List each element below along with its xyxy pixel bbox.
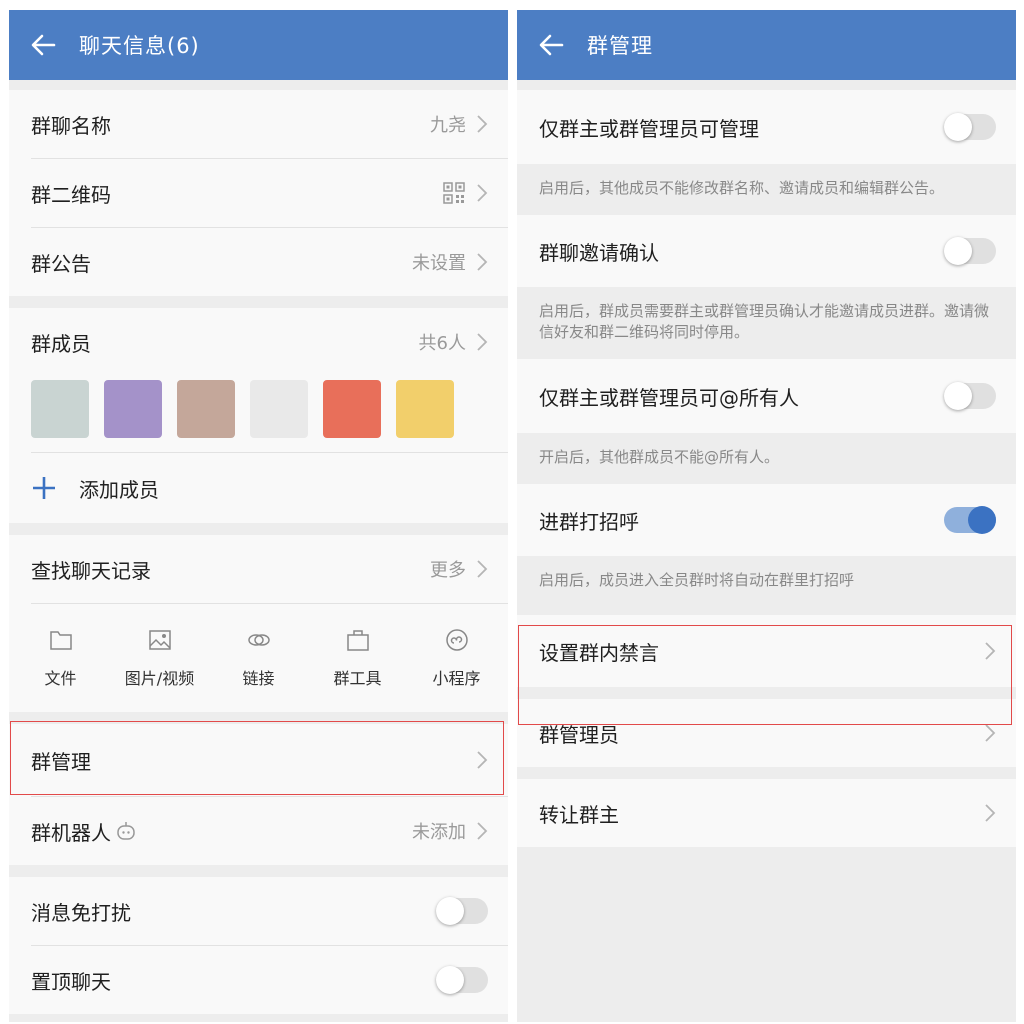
avatar[interactable] [323,380,381,438]
tool-link-label: 链接 [242,669,275,688]
search-category-tools: 文件 图片/视频 链接 群工具 小程序 [9,604,508,712]
group-members-label: 群成员 [31,331,91,356]
join-greeting-toggle[interactable] [944,506,996,534]
avatar[interactable] [104,380,162,438]
pin-chat-label: 置顶聊天 [31,969,111,994]
group-name-label: 群聊名称 [31,113,111,138]
invite-confirm-toggle[interactable] [944,237,996,265]
chat-info-panel: 聊天信息(6) 群聊名称 九尧 群二维码 群公告 未设置 群成员 共6人 添加成… [9,10,508,1022]
avatar[interactable] [31,380,89,438]
chevron-right-icon [477,184,488,202]
only-admin-at-all-label: 仅群主或群管理员可@所有人 [539,385,799,410]
chevron-right-icon [477,560,488,578]
group-manage-panel: 群管理 仅群主或群管理员可管理 启用后，其他成员不能修改群名称、邀请成员和编辑群… [517,10,1016,1022]
add-member-label: 添加成员 [79,477,159,502]
qrcode-icon [443,182,465,204]
group-admins-row[interactable]: 群管理员 [517,699,1016,767]
group-robot-value: 未添加 [412,822,466,843]
group-notice-value: 未设置 [412,253,466,274]
group-qrcode-row[interactable]: 群二维码 [9,159,508,227]
pin-chat-toggle[interactable] [436,966,488,994]
mute-notifications-toggle[interactable] [436,897,488,925]
group-notice-label: 群公告 [31,251,91,276]
only-admin-manage-label: 仅群主或群管理员可管理 [539,116,759,141]
chevron-right-icon [985,642,996,660]
chevron-right-icon [477,751,488,769]
member-avatars [9,376,508,452]
only-admin-manage-toggle[interactable] [944,113,996,141]
tool-link[interactable]: 链接 [214,627,304,689]
folder-icon [49,631,72,650]
mute-all-row[interactable]: 设置群内禁言 [517,615,1016,687]
only-admin-manage-row: 仅群主或群管理员可管理 [517,90,1016,164]
join-greeting-label: 进群打招呼 [539,509,639,534]
group-name-row[interactable]: 群聊名称 九尧 [9,90,508,158]
only-admin-manage-desc: 启用后，其他成员不能修改群名称、邀请成员和编辑群公告。 [517,164,1016,215]
tool-image-video[interactable]: 图片/视频 [115,627,205,689]
tool-image-video-label: 图片/视频 [124,669,195,688]
image-icon [148,630,171,650]
avatar[interactable] [177,380,235,438]
only-admin-at-all-desc: 开启后，其他群成员不能@所有人。 [517,433,1016,484]
member-count: 共6人 [418,333,466,354]
only-admin-at-all-toggle[interactable] [944,382,996,410]
invite-confirm-desc: 启用后，群成员需要群主或群管理员确认才能邀请成员进群。邀请微信好友和群二维码将同… [517,287,1016,359]
tool-file[interactable]: 文件 [16,627,106,689]
join-greeting-desc: 启用后，成员进入全员群时将自动在群里打招呼 [517,556,1016,607]
chevron-right-icon [477,822,488,840]
top-bar: 聊天信息(6) [9,10,508,80]
tool-mini-program-label: 小程序 [432,669,481,688]
tool-group-tools[interactable]: 群工具 [313,627,403,689]
group-robot-label: 群机器人 [31,820,111,845]
search-history-row[interactable]: 查找聊天记录 更多 [9,535,508,603]
invite-confirm-label: 群聊邀请确认 [539,240,659,265]
page-title: 聊天信息(6) [79,34,200,58]
plus-icon [33,477,55,499]
transfer-owner-label: 转让群主 [539,802,619,827]
toolbox-icon [346,630,369,651]
link-icon [247,634,270,646]
search-history-more: 更多 [430,560,466,581]
chevron-right-icon [985,804,996,822]
tool-mini-program[interactable]: 小程序 [412,627,502,689]
group-name-value: 九尧 [430,115,466,136]
add-member-button[interactable]: 添加成员 [9,453,508,523]
transfer-owner-row[interactable]: 转让群主 [517,779,1016,847]
mute-notifications-label: 消息免打扰 [31,900,131,925]
group-manage-label: 群管理 [31,749,91,774]
search-history-label: 查找聊天记录 [31,558,151,583]
top-bar: 群管理 [517,10,1016,80]
chevron-right-icon [477,333,488,351]
join-greeting-row: 进群打招呼 [517,484,1016,556]
group-notice-row[interactable]: 群公告 未设置 [9,228,508,296]
chevron-right-icon [477,115,488,133]
chevron-right-icon [985,724,996,742]
mute-all-label: 设置群内禁言 [539,640,659,665]
avatar[interactable] [250,380,308,438]
tool-file-label: 文件 [44,669,77,688]
group-admins-label: 群管理员 [539,722,619,747]
tool-group-tools-label: 群工具 [333,669,382,688]
avatar[interactable] [396,380,454,438]
invite-confirm-row: 群聊邀请确认 [517,215,1016,287]
group-robot-row[interactable]: 群机器人 未添加 [9,797,508,865]
miniprogram-icon [445,629,468,651]
pin-chat-row: 置顶聊天 [9,946,508,1014]
group-members-row[interactable]: 群成员 共6人 [9,308,508,376]
back-arrow-icon[interactable] [521,10,581,80]
back-arrow-icon[interactable] [13,10,73,80]
page-title: 群管理 [587,34,653,58]
group-manage-row[interactable]: 群管理 [9,724,508,796]
robot-icon [117,822,135,840]
only-admin-at-all-row: 仅群主或群管理员可@所有人 [517,359,1016,433]
chevron-right-icon [477,253,488,271]
group-qrcode-label: 群二维码 [31,182,111,207]
mute-notifications-row: 消息免打扰 [9,877,508,945]
